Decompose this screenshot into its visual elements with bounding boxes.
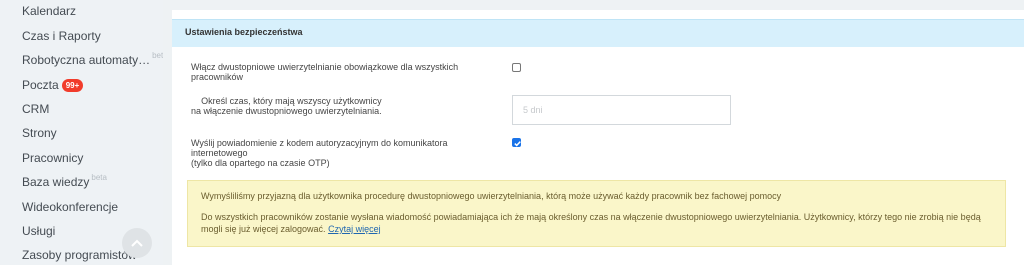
sidebar-item-czas-i-raporty[interactable]: Czas i Raporty xyxy=(22,25,101,47)
section-header: Ustawienia bezpieczeństwa xyxy=(172,19,1024,47)
sidebar-item-label: Pracownicy xyxy=(22,151,84,165)
scroll-up-button[interactable] xyxy=(122,228,152,258)
notice-paragraph: Do wszystkich pracowników zostanie wysła… xyxy=(201,212,981,234)
sidebar-item-label: Zasoby programistów xyxy=(22,248,137,262)
sidebar-item-label: Strony xyxy=(22,126,57,140)
sidebar-item-label: Robotyczna automaty… xyxy=(22,53,151,67)
sidebar-item-label: CRM xyxy=(22,102,50,116)
sidebar-item-wideokonferencje[interactable]: Wideokonferencje xyxy=(22,196,118,218)
sidebar-item-kalendarz[interactable]: Kalendarz xyxy=(22,0,76,22)
send-notification-label: Wyślij powiadomienie z kodem autoryzacyj… xyxy=(191,138,448,168)
unread-counter-badge: 99+ xyxy=(61,78,84,92)
beta-badge: beta xyxy=(152,51,163,60)
sidebar-item-label: Czas i Raporty xyxy=(22,29,101,43)
sidebar-item-label: Kalendarz xyxy=(22,4,77,18)
info-notice: Wymyśliliśmy przyjazną dla użytkownika p… xyxy=(187,180,1006,247)
require-2fa-checkbox[interactable] xyxy=(512,63,521,72)
send-notification-checkbox[interactable] xyxy=(512,138,521,147)
chevron-up-icon xyxy=(131,239,143,247)
sidebar-item-strony[interactable]: Strony xyxy=(22,122,57,144)
sidebar-item-zasoby-programistow[interactable]: Zasoby programistów xyxy=(22,244,137,265)
security-settings-panel: Ustawienia bezpieczeństwa Włącz dwustopn… xyxy=(172,10,1024,265)
beta-badge: beta xyxy=(91,173,107,182)
sidebar-item-uslugi[interactable]: Usługi xyxy=(22,220,55,242)
require-2fa-label: Włącz dwustopniowe uwierzytelnianie obow… xyxy=(191,62,459,82)
sidebar-item-poczta[interactable]: Poczta 99+ xyxy=(22,74,84,96)
sidebar-item-robotyczna-automatyzacja[interactable]: Robotyczna automaty… beta xyxy=(22,49,163,71)
time-to-enable-select[interactable]: 5 dni xyxy=(512,95,731,125)
section-title: Ustawienia bezpieczeństwa xyxy=(185,27,303,37)
sidebar-item-label: Usługi xyxy=(22,224,56,238)
sidebar: Kalendarz Czas i Raporty Robotyczna auto… xyxy=(0,0,163,265)
time-to-enable-label: Określ czas, który mają wszyscy użytkown… xyxy=(191,96,382,116)
sidebar-item-label: Poczta xyxy=(22,78,59,92)
sidebar-item-label: Wideokonferencje xyxy=(22,200,119,214)
sidebar-item-baza-wiedzy[interactable]: Baza wiedzy beta xyxy=(22,171,107,193)
notice-paragraph: Wymyśliliśmy przyjazną dla użytkownika p… xyxy=(201,191,782,201)
sidebar-item-crm[interactable]: CRM xyxy=(22,98,49,120)
read-more-link[interactable]: Czytaj więcej xyxy=(328,224,381,234)
sidebar-item-pracownicy[interactable]: Pracownicy xyxy=(22,147,83,169)
sidebar-item-label: Baza wiedzy xyxy=(22,175,90,189)
checkmark-icon xyxy=(514,141,521,147)
